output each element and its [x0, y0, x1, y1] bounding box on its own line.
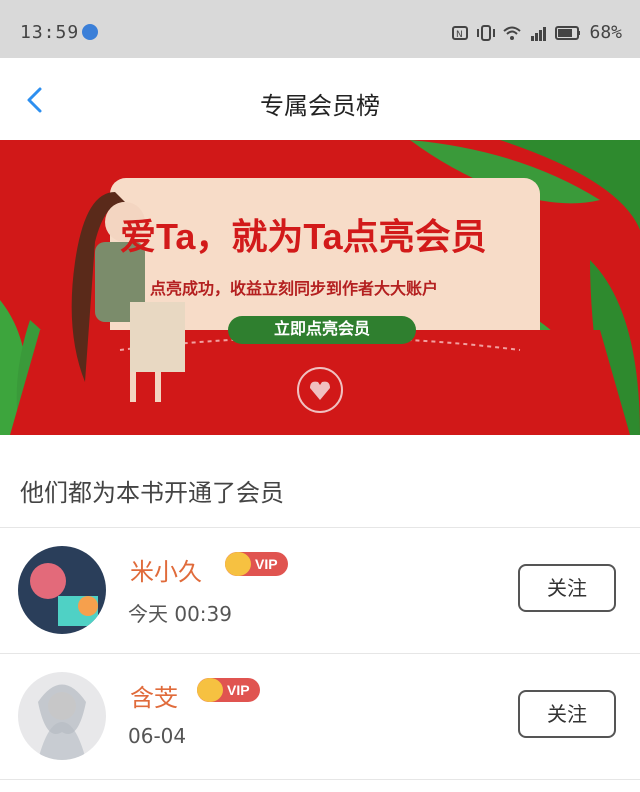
member-time: 今天 00:39: [128, 602, 232, 626]
status-icons: N 68%: [451, 22, 622, 43]
avatar-image: [18, 546, 106, 634]
status-bar: 13:59 N 68%: [0, 0, 640, 58]
nfc-icon: N: [452, 25, 469, 40]
member-list-section: 他们都为本书开通了会员 米小久 VIP 今天 00:39 关注 含芠 VIP 0…: [0, 435, 640, 792]
avatar[interactable]: [18, 546, 106, 634]
page-title: 专属会员榜: [260, 92, 380, 120]
member-time: 06-04: [128, 724, 187, 748]
crown-icon: [225, 552, 251, 576]
divider: [0, 779, 640, 780]
section-heading: 他们都为本书开通了会员: [20, 479, 284, 507]
member-name[interactable]: 米小久: [130, 552, 202, 587]
crown-icon: [197, 678, 223, 702]
signal-icon: [531, 26, 547, 41]
follow-button[interactable]: 关注: [518, 690, 616, 738]
wifi-icon: [503, 26, 522, 40]
member-name[interactable]: 含芠: [130, 678, 178, 713]
nav-bar: 专属会员榜: [0, 58, 640, 140]
promo-banner[interactable]: 爱Ta，就为Ta点亮会员 点亮成功，收益立刻同步到作者大大账户 立即点亮会员: [0, 140, 640, 435]
svg-text:N: N: [456, 30, 463, 40]
vibrate-icon: [477, 24, 496, 41]
avatar-image: [18, 672, 106, 760]
banner-subtitle: 点亮成功，收益立刻同步到作者大大账户: [150, 281, 439, 298]
battery-icon: [555, 25, 581, 40]
browser-icon: [82, 24, 98, 40]
vip-badge: VIP: [225, 552, 288, 576]
follow-button[interactable]: 关注: [518, 564, 616, 612]
avatar[interactable]: [18, 672, 106, 760]
vip-badge: VIP: [197, 678, 260, 702]
status-time: 13:59: [20, 22, 80, 43]
list-item: 米小久 VIP 今天 00:39 关注: [0, 528, 640, 652]
activate-membership-button[interactable]: 立即点亮会员: [228, 316, 416, 344]
battery-percent: 68%: [589, 22, 622, 43]
list-item: 含芠 VIP 06-04 关注: [0, 654, 640, 778]
banner-headline: 爱Ta，就为Ta点亮会员: [120, 216, 487, 257]
